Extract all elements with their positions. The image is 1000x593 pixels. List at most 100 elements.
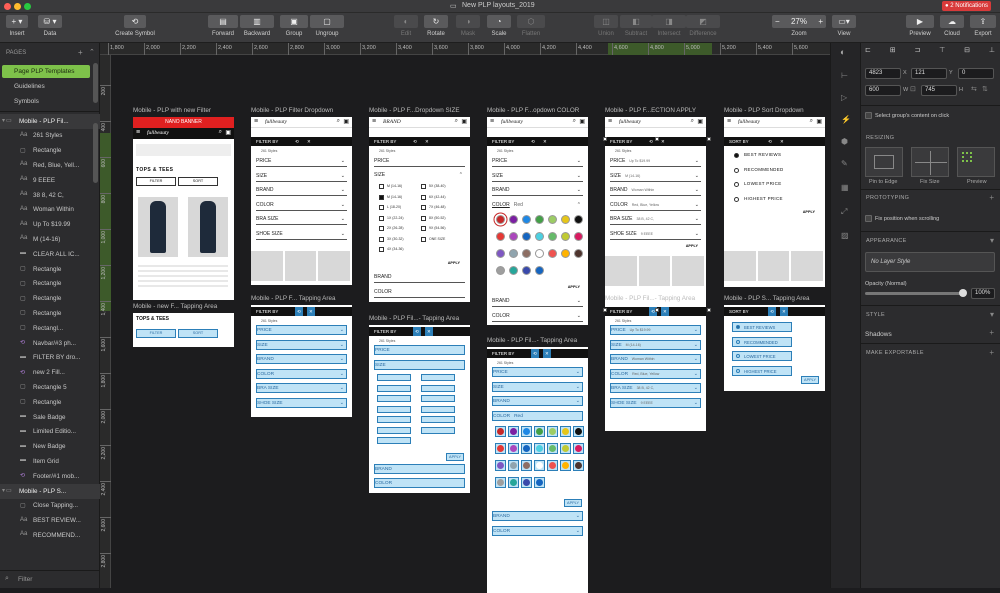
align-middle-icon[interactable]: ⊟ — [964, 46, 970, 57]
bag-icon[interactable]: ▣ — [697, 118, 703, 125]
size-option-tap-area[interactable] — [377, 426, 411, 434]
artboard[interactable]: FILTER BY ⟲ ✕ 261 Styles PRICE SIZE APPLY BRAND… — [369, 325, 470, 493]
layer-row[interactable]: ⟲ Navbar/#3 ph... — [0, 336, 100, 351]
color-swatch[interactable] — [535, 249, 544, 258]
filter-row[interactable]: BRAND Woman Within ⌄ — [610, 184, 701, 196]
select-group-checkbox[interactable] — [865, 112, 872, 119]
style-icon[interactable]: ◐ — [840, 47, 845, 57]
disclosure-triangle-icon[interactable]: ▾ — [2, 487, 5, 494]
close-icon[interactable]: ✕ — [543, 349, 551, 358]
artboard-title[interactable]: Mobile - PLP Filter Dropdown — [251, 107, 333, 114]
color-swatch[interactable] — [509, 232, 518, 241]
color-swatch[interactable] — [496, 266, 505, 275]
brand-logo[interactable]: fullbeauty — [738, 119, 760, 125]
artboard-title[interactable]: Mobile - PLP F...Dropdown SIZE — [369, 107, 460, 114]
layer-row[interactable]: ▬ Limited Editio... — [0, 425, 100, 440]
filter-row[interactable]: COLOR ⌄ — [256, 368, 347, 379]
selection-handle[interactable] — [655, 137, 659, 141]
align-top-icon[interactable]: ⊤ — [939, 46, 945, 57]
filter-row[interactable]: PRICE ⌄ — [492, 367, 583, 377]
size-checkbox[interactable] — [379, 215, 384, 221]
color-swatch[interactable] — [574, 249, 583, 258]
size-checkbox[interactable] — [421, 205, 426, 210]
apply-button[interactable]: APPLY — [564, 499, 582, 507]
page-item-guidelines[interactable]: Guidelines — [14, 83, 45, 90]
sort-radio[interactable] — [734, 196, 739, 202]
search-icon[interactable]: ⌕ — [455, 118, 458, 125]
filter-row[interactable]: BRAND ⌄ — [492, 511, 583, 521]
layer-row[interactable]: ▢ Rectangle — [0, 306, 100, 321]
brand-logo[interactable]: BRAND — [383, 119, 401, 125]
layer-row[interactable]: Aa 261 Styles — [0, 129, 100, 144]
layer-row[interactable]: Aa Woman Within — [0, 203, 100, 218]
layer-row[interactable]: ▢ Rectangle — [0, 277, 100, 292]
filter-row[interactable]: COLOR Red, Blue, Yellow ⌄ — [610, 199, 701, 211]
bag-icon[interactable]: ▣ — [579, 118, 585, 125]
size-option-tap-area[interactable] — [377, 374, 411, 381]
selection-handle[interactable] — [707, 308, 711, 312]
size-option-tap-area[interactable] — [421, 405, 455, 413]
layer-row[interactable]: ▬ Sale Badge — [0, 410, 100, 425]
opacity-slider[interactable] — [865, 289, 967, 297]
page-item-plp-templates[interactable]: Page PLP Templates — [2, 65, 90, 78]
filter-row[interactable]: COLOR — [374, 286, 465, 298]
layer-row[interactable]: Aa Red, Blue, Yell... — [0, 158, 100, 173]
filter-row[interactable]: PRICE — [374, 155, 465, 167]
data-button[interactable]: ⛁ ▾ Data — [38, 15, 62, 37]
hamburger-icon[interactable]: ≡ — [608, 118, 612, 125]
layer-row[interactable]: Aa 38 8, 42 C, — [0, 188, 100, 203]
size-option-tap-area[interactable] — [421, 426, 455, 434]
artboard[interactable]: NANO BANNER ≡ fullbeauty ⌕ ▣ TOPS & TEES FILTE… — [133, 117, 234, 300]
zoom-in-icon[interactable]: + — [818, 15, 823, 28]
filter-row[interactable]: BRAND ⌄ — [256, 184, 347, 196]
sort-option-tap-area[interactable]: BEST REVIEWS — [732, 322, 792, 332]
filter-row[interactable]: SHOE SIZE ⌄ — [256, 228, 347, 240]
color-swatch[interactable] — [561, 215, 570, 224]
color-swatch[interactable] — [522, 266, 531, 275]
color-swatch[interactable] — [548, 215, 557, 224]
layer-row[interactable]: ▢ Rectangl... — [0, 321, 100, 336]
layer-row[interactable]: ▢ Close Tapping... — [0, 499, 100, 514]
filter-row[interactable]: SHOE SIZE 9 EEEE ⌄ — [610, 397, 701, 408]
color-swatch[interactable] — [548, 249, 557, 258]
filter-row[interactable]: PRICE Up To $19.99 ⌄ — [610, 325, 701, 335]
edit-button[interactable]: ◐ Edit — [394, 15, 418, 37]
width-field[interactable]: 600 — [865, 85, 901, 96]
layer-row[interactable]: ⟲ new 2 Fill... — [0, 366, 100, 381]
search-icon[interactable]: ⌕ — [810, 118, 813, 125]
brand-logo[interactable]: fullbeauty — [265, 119, 287, 125]
filter-row[interactable]: SIZE M (14-16) ⌄ — [610, 170, 701, 182]
layer-row[interactable]: Aa Up To $19.99 — [0, 218, 100, 233]
color-swatch[interactable] — [548, 232, 557, 241]
pen-icon[interactable]: ✎ — [841, 159, 848, 168]
create-symbol-button[interactable]: ⟲ Create Symbol — [112, 15, 158, 37]
artboard[interactable]: SORT BY ⟲ ✕ BEST REVIEWS RECOMMENDED LOWEST P… — [724, 305, 825, 391]
artboard[interactable]: ≡ BRAND ⌕ ▣ FILTER BY ⟲ ✕ 261 Styles PRICE SIZE ⌃ M… — [369, 117, 470, 302]
nano-banner[interactable]: NANO BANNER — [133, 117, 234, 128]
color-swatch[interactable] — [496, 215, 505, 224]
difference-button[interactable]: ◩ Difference — [686, 15, 720, 37]
backward-button[interactable]: ▥ Backward — [240, 15, 274, 37]
search-icon[interactable]: ⌕ — [573, 118, 576, 125]
union-button[interactable]: ◫ Union — [594, 15, 618, 37]
reset-icon[interactable]: ⟲ — [531, 349, 539, 358]
color-swatch[interactable] — [496, 249, 505, 258]
color-swatch[interactable] — [574, 215, 583, 224]
filter-row-tap-area[interactable]: COLOR — [374, 478, 465, 488]
group-button[interactable]: ▣ Group — [280, 15, 308, 37]
filter-row[interactable]: BRA SIZE ⌄ — [256, 213, 347, 225]
artboard[interactable]: TOPS & TEES FILTER SORT — [133, 313, 234, 347]
layer-row[interactable]: Aa M (14-16) — [0, 232, 100, 247]
apply-button[interactable]: APPLY — [801, 209, 817, 215]
size-checkbox[interactable] — [379, 236, 384, 242]
bag-icon[interactable]: ▣ — [225, 129, 231, 136]
close-icon[interactable]: ✕ — [425, 137, 429, 146]
artboard[interactable]: ≡ fullbeauty ⌕ ▣ FILTER BY ⟲ ✕ 261 Styles PRICE ⌄… — [251, 117, 352, 285]
color-swatch[interactable] — [509, 249, 518, 258]
filter-row-tap-area[interactable]: SIZE — [374, 360, 465, 370]
size-option-tap-area[interactable] — [421, 395, 455, 402]
reset-icon[interactable]: ⟲ — [295, 307, 303, 316]
layer-row[interactable]: ▢ Rectangle — [0, 262, 100, 277]
layer-row[interactable]: ▢ Rectangle — [0, 395, 100, 410]
artboard-title[interactable]: Mobile - PLP Fil...- Tapping Area — [605, 295, 695, 302]
